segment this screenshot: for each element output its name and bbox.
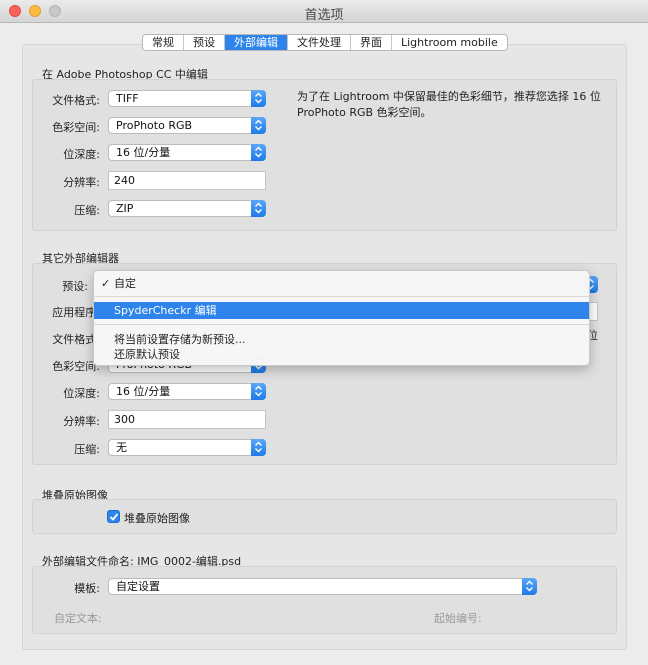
other-bit-depth-value: 16 位/分量: [116, 385, 171, 398]
chevron-up-down-icon: [251, 383, 266, 400]
template-label: 模板:: [74, 582, 100, 595]
menu-item-label: SpyderCheckr 编辑: [114, 304, 217, 317]
application-label: 应用程序:: [52, 306, 100, 319]
ps-compression-value: ZIP: [116, 202, 134, 215]
ps-compression-select[interactable]: ZIP: [108, 200, 266, 217]
other-color-space-label: 色彩空间:: [52, 360, 100, 373]
ps-bit-depth-label: 位深度:: [63, 148, 100, 161]
menu-item-spydercheckr[interactable]: SpyderCheckr 编辑: [94, 302, 589, 319]
preset-label: 预设:: [62, 280, 88, 293]
ps-compression-label: 压缩:: [74, 204, 100, 217]
preset-dropdown-menu: ✓ 自定 SpyderCheckr 编辑 将当前设置存储为新预设... 还原默认…: [93, 270, 590, 366]
tab-presets[interactable]: 预设: [184, 35, 225, 50]
chevron-up-down-icon: [251, 200, 266, 217]
start-number-label: 起始编号:: [434, 612, 482, 625]
other-bit-depth-label: 位深度:: [63, 387, 100, 400]
other-compression-value: 无: [116, 441, 127, 454]
title-bar: 首选项: [0, 0, 648, 23]
ps-resolution-input[interactable]: 240: [108, 171, 266, 190]
ps-bit-depth-select[interactable]: 16 位/分量: [108, 144, 266, 161]
other-file-format-label: 文件格式:: [52, 333, 100, 346]
tab-file-handling[interactable]: 文件处理: [288, 35, 351, 50]
tab-interface[interactable]: 界面: [351, 35, 392, 50]
ps-color-space-value: ProPhoto RGB: [116, 119, 193, 132]
other-compression-select[interactable]: 无: [108, 439, 266, 456]
chevron-up-down-icon: [251, 90, 266, 107]
chevron-up-down-icon: [251, 439, 266, 456]
ps-color-space-label: 色彩空间:: [52, 121, 100, 134]
menu-item-label: 还原默认预设: [114, 348, 180, 361]
window-title: 首选项: [304, 8, 344, 23]
template-select[interactable]: 自定设置: [108, 578, 537, 595]
chevron-up-down-icon: [251, 117, 266, 134]
tab-general[interactable]: 常规: [143, 35, 184, 50]
ps-file-format-select[interactable]: TIFF: [108, 90, 266, 107]
menu-item-custom[interactable]: ✓ 自定: [94, 275, 589, 292]
menu-item-label: 自定: [114, 277, 136, 290]
other-resolution-input[interactable]: 300: [108, 410, 266, 429]
menu-separator: [94, 324, 589, 325]
ps-file-format-value: TIFF: [116, 92, 139, 105]
ps-resolution-label: 分辨率:: [63, 176, 100, 189]
stack-checkbox[interactable]: [107, 510, 120, 523]
tab-bar: 常规 预设 外部编辑 文件处理 界面 Lightroom mobile: [142, 34, 508, 51]
other-resolution-label: 分辨率:: [63, 415, 100, 428]
tab-lightroom-mobile[interactable]: Lightroom mobile: [392, 35, 507, 50]
naming-group: [32, 566, 617, 634]
photoshop-hint-text: 为了在 Lightroom 中保留最佳的色彩细节，推荐您选择 16 位 ProP…: [297, 90, 601, 119]
preferences-window: 首选项 常规 预设 外部编辑 文件处理 界面 Lightroom mobile …: [0, 0, 648, 665]
stack-checkbox-label: 堆叠原始图像: [124, 512, 190, 525]
checkmark-icon: [109, 513, 119, 521]
custom-text-label: 自定文本:: [54, 612, 102, 625]
ps-color-space-select[interactable]: ProPhoto RGB: [108, 117, 266, 134]
ps-bit-depth-value: 16 位/分量: [116, 146, 171, 159]
tab-external-editing[interactable]: 外部编辑: [225, 35, 288, 50]
other-compression-label: 压缩:: [74, 443, 100, 456]
other-bit-depth-select[interactable]: 16 位/分量: [108, 383, 266, 400]
menu-item-label: 将当前设置存储为新预设...: [114, 333, 246, 346]
chevron-up-down-icon: [522, 578, 537, 595]
ps-file-format-label: 文件格式:: [52, 94, 100, 107]
menu-item-restore-defaults[interactable]: 还原默认预设: [94, 346, 589, 363]
template-value: 自定设置: [116, 580, 160, 593]
chevron-up-down-icon: [251, 144, 266, 161]
menu-separator: [94, 296, 589, 297]
checkmark-icon: ✓: [101, 277, 111, 290]
